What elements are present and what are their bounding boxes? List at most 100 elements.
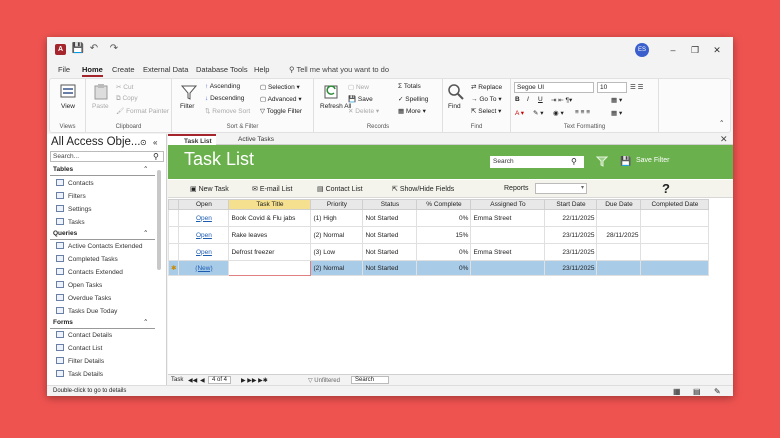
bold-button[interactable]: B (515, 96, 520, 103)
column-header[interactable]: Completed Date (640, 199, 710, 210)
replace-button[interactable]: ⇄ Replace (471, 83, 502, 91)
column-header[interactable]: Open (178, 199, 230, 210)
current-record-input[interactable]: 4 of 4 (208, 376, 232, 384)
nav-search-input[interactable]: Search... (50, 151, 164, 162)
font-name-select[interactable]: Segoe UI (514, 82, 594, 93)
search-icon[interactable]: ⚲ (153, 152, 159, 161)
show-hide-fields-button[interactable]: ⇱ Show/Hide Fields (392, 185, 454, 193)
collapse-ribbon-icon[interactable]: ⌃ (719, 119, 724, 127)
due-date-cell[interactable] (596, 209, 642, 227)
list-format-icons[interactable]: ☰ ☰ (630, 83, 643, 91)
open-link[interactable]: Open (196, 215, 212, 222)
column-header[interactable]: Assigned To (470, 199, 546, 210)
start-date-cell[interactable]: 23/11/2025 (544, 260, 598, 276)
cut-button[interactable]: ✂ Cut (116, 83, 133, 91)
user-avatar[interactable]: ES (635, 43, 649, 57)
nav-item-completed-tasks[interactable]: Completed Tasks (56, 255, 118, 263)
open-link[interactable]: Open (196, 249, 212, 256)
funnel-icon[interactable] (596, 155, 608, 167)
menu-file[interactable]: File (58, 65, 70, 74)
nav-item-filters[interactable]: Filters (56, 192, 86, 200)
delete-record-button[interactable]: ✕ Delete ▾ (348, 107, 379, 115)
ascending-button[interactable]: ↑ Ascending (205, 83, 240, 90)
nav-section-queries[interactable]: Queries (53, 230, 77, 237)
assigned-to-cell[interactable]: Emma Street (470, 243, 546, 261)
nav-item-tasks-due-today[interactable]: Tasks Due Today (56, 307, 117, 315)
completed-date-cell[interactable] (640, 226, 710, 244)
underline-button[interactable]: U (538, 96, 543, 103)
due-date-cell[interactable] (596, 243, 642, 261)
task-title-input[interactable] (228, 260, 312, 276)
filter-button[interactable]: Filter (180, 103, 194, 110)
nav-item-settings[interactable]: Settings (56, 205, 92, 213)
help-button[interactable]: ? (662, 181, 670, 196)
filter-state[interactable]: ▽ Unfiltered (308, 377, 340, 384)
nav-section-forms[interactable]: Forms (53, 319, 73, 326)
nav-pane-collapse-icon[interactable]: « (153, 138, 157, 147)
status-cell[interactable]: Not Started (362, 226, 418, 244)
record-selector-header[interactable] (167, 199, 180, 210)
save-filter-icon[interactable]: 💾 (620, 156, 631, 167)
remove-sort-button[interactable]: ⇅ Remove Sort (205, 107, 250, 115)
percent-complete-cell[interactable]: 0% (416, 209, 472, 227)
maximize-icon[interactable]: ❐ (687, 42, 703, 58)
percent-complete-cell[interactable]: 15% (416, 226, 472, 244)
nav-item-contacts[interactable]: Contacts (56, 179, 94, 187)
nav-pane-title[interactable]: All Access Obje... (51, 136, 140, 148)
task-title-cell[interactable]: Defrost freezer (228, 243, 312, 261)
nav-section-tables[interactable]: Tables (53, 166, 73, 173)
paste-button[interactable]: Paste (92, 103, 109, 110)
column-header[interactable]: % Complete (416, 199, 472, 210)
new-record-star-icon[interactable]: ✱ (167, 260, 180, 276)
undo-icon[interactable]: ↶ (87, 42, 101, 56)
toggle-filter-button[interactable]: ▽ Toggle Filter (260, 107, 302, 115)
open-link-cell[interactable]: Open (178, 226, 230, 244)
italic-button[interactable]: I (527, 96, 529, 103)
next-record-icon[interactable]: ▶ ▶▶ ▶✱ (241, 377, 268, 384)
priority-cell[interactable]: (3) Low (310, 243, 364, 261)
advanced-button[interactable]: ▢ Advanced ▾ (260, 95, 302, 103)
new-link[interactable]: (New) (195, 265, 212, 272)
save-record-button[interactable]: 💾 Save (348, 95, 373, 103)
email-list-button[interactable]: ✉ E-mail List (252, 185, 293, 193)
task-title-cell[interactable]: Book Covid & Flu jabs (228, 209, 312, 227)
percent-complete-cell[interactable]: 0% (416, 243, 472, 261)
nav-item-filter-details[interactable]: Filter Details (56, 357, 104, 365)
priority-cell[interactable]: (1) High (310, 209, 364, 227)
copy-button[interactable]: ⧉ Copy (116, 95, 138, 103)
nav-pane-scrollbar[interactable] (157, 170, 161, 270)
column-header[interactable]: Start Date (544, 199, 598, 210)
save-filter-button[interactable]: Save Filter (636, 157, 669, 164)
assigned-to-cell[interactable] (470, 226, 546, 244)
table-row[interactable]: Open Rake leaves (2) Normal Not Started … (167, 226, 710, 244)
record-selector[interactable] (167, 226, 180, 244)
spelling-button[interactable]: ✓ Spelling (398, 95, 428, 103)
form-view-icon[interactable]: ▦ (673, 387, 681, 396)
open-link-cell[interactable]: (New) (178, 260, 230, 276)
first-record-icon[interactable]: ◀◀ (188, 377, 197, 384)
completed-date-cell[interactable] (640, 243, 710, 261)
refresh-all-button[interactable]: Refresh All (320, 103, 351, 110)
save-icon[interactable]: 💾 (71, 42, 85, 56)
gridlines-icon[interactable]: ▦ ▾ (611, 96, 622, 104)
assigned-to-cell[interactable] (470, 260, 546, 276)
collapse-section-icon[interactable]: ⌃ (143, 229, 148, 237)
percent-complete-cell[interactable]: 0% (416, 260, 472, 276)
close-icon[interactable]: ✕ (709, 42, 725, 58)
record-selector[interactable] (167, 209, 180, 227)
align-icons[interactable]: ≡ ≡ ≡ (575, 109, 590, 116)
priority-cell[interactable]: (2) Normal (310, 260, 364, 276)
format-painter-button[interactable]: 🖌 Format Painter (116, 107, 169, 115)
menu-home[interactable]: Home (82, 65, 103, 77)
reports-select[interactable]: ▾ (535, 183, 587, 194)
new-task-button[interactable]: ▣ New Task (190, 185, 229, 193)
select-button[interactable]: ⇱ Select ▾ (471, 107, 501, 115)
task-title-cell[interactable]: Rake leaves (228, 226, 312, 244)
descending-button[interactable]: ↓ Descending (205, 95, 244, 102)
goto-button[interactable]: → Go To ▾ (471, 95, 502, 103)
nav-item-contact-list[interactable]: Contact List (56, 344, 102, 352)
more-button[interactable]: ▦ More ▾ (398, 107, 426, 115)
highlight-button[interactable]: ✎ ▾ (533, 109, 544, 117)
assigned-to-cell[interactable]: Emma Street (470, 209, 546, 227)
design-view-icon[interactable]: ✎ (714, 387, 721, 396)
